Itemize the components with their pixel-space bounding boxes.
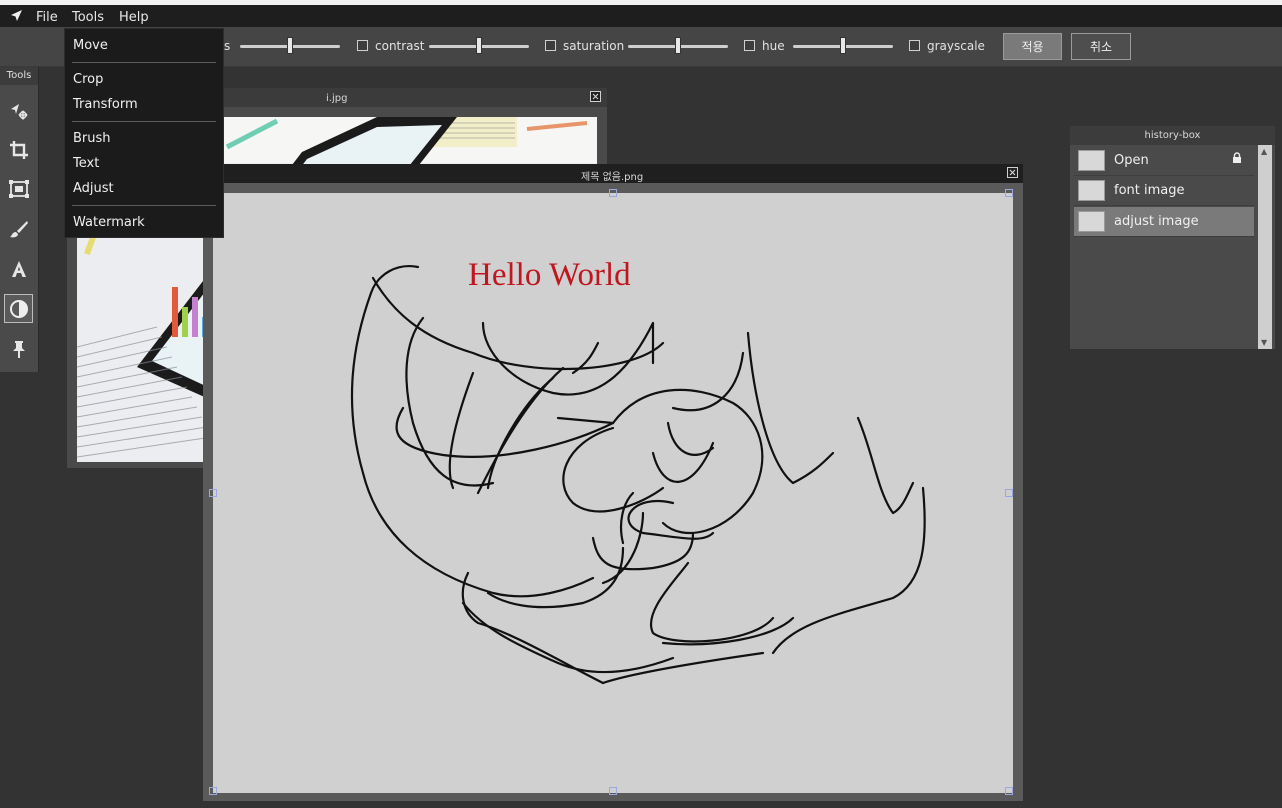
drawing-canvas[interactable]: Hello World — [213, 193, 1013, 793]
brush-tool-button[interactable] — [4, 214, 33, 243]
contrast-label: contrast — [375, 39, 425, 53]
move-tool-button[interactable] — [4, 96, 33, 125]
image-window-back-title: i.jpg — [326, 93, 348, 104]
apply-button[interactable]: 적용 — [1003, 33, 1062, 60]
history-thumbnail — [1078, 180, 1105, 201]
lock-icon — [1233, 152, 1241, 163]
menu-item-brush[interactable]: Brush — [73, 131, 111, 146]
history-item-font-image[interactable]: font image — [1074, 176, 1254, 206]
scroll-down-icon[interactable]: ▼ — [1261, 338, 1267, 347]
grayscale-checkbox[interactable] — [909, 40, 920, 51]
saturation-checkbox[interactable] — [545, 40, 556, 51]
menu-file[interactable]: File — [36, 10, 58, 25]
freehand-scribble — [350, 265, 926, 685]
hue-slider-thumb[interactable] — [840, 37, 846, 54]
menu-item-text[interactable]: Text — [73, 156, 99, 171]
resize-handle-bottom-right[interactable] — [1005, 787, 1013, 795]
resize-handle-top[interactable] — [609, 189, 617, 197]
menu-bar: File Tools Help — [0, 5, 1282, 27]
crop-tool-icon — [9, 140, 28, 159]
resize-handle-left[interactable] — [209, 489, 217, 497]
text-tool-icon — [11, 260, 26, 277]
history-item-label: adjust image — [1114, 214, 1199, 229]
menu-item-transform[interactable]: Transform — [73, 97, 138, 112]
cancel-button[interactable]: 취소 — [1071, 33, 1131, 60]
saturation-slider-thumb[interactable] — [675, 37, 681, 54]
canvas-window-titlebar[interactable]: 제목 없음.png — [203, 164, 1023, 183]
move-tool-icon — [10, 103, 28, 120]
history-item-label: Open — [1114, 153, 1149, 168]
history-item-adjust-image[interactable]: adjust image — [1074, 207, 1254, 237]
menu-item-adjust[interactable]: Adjust — [73, 181, 114, 196]
scroll-up-icon[interactable]: ▲ — [1261, 147, 1267, 156]
history-thumbnail — [1078, 211, 1105, 232]
resize-handle-bottom[interactable] — [609, 787, 617, 795]
hue-checkbox[interactable] — [744, 40, 755, 51]
close-icon[interactable] — [590, 91, 601, 102]
saturation-label: saturation — [563, 39, 625, 53]
cursor-arrow-icon — [11, 10, 22, 21]
history-item-open[interactable]: Open — [1074, 146, 1254, 176]
menu-tools[interactable]: Tools — [72, 10, 104, 25]
menu-item-crop[interactable]: Crop — [73, 72, 103, 87]
canvas-window-title: 제목 없음.png — [581, 172, 644, 183]
hue-label: hue — [762, 39, 785, 53]
menu-help[interactable]: Help — [119, 10, 149, 25]
crop-tool-button[interactable] — [4, 135, 33, 164]
history-box: history-box Open font image adjust image… — [1070, 126, 1275, 349]
menu-separator — [72, 205, 216, 206]
resize-handle-bottom-left[interactable] — [209, 787, 217, 795]
menu-separator — [72, 121, 216, 122]
history-item-label: font image — [1114, 183, 1185, 198]
text-tool-button[interactable] — [4, 254, 33, 283]
history-box-title: history-box — [1070, 126, 1275, 145]
menu-item-move[interactable]: Move — [73, 38, 108, 53]
watermark-tool-icon — [12, 340, 25, 358]
adjust-tool-button[interactable] — [4, 294, 33, 323]
history-scrollbar[interactable]: ▲ ▼ — [1258, 145, 1272, 349]
resize-handle-top-right[interactable] — [1005, 189, 1013, 197]
transform-tool-button[interactable] — [4, 174, 33, 203]
history-thumbnail — [1078, 150, 1105, 171]
tools-panel-title: Tools — [0, 67, 38, 85]
close-icon[interactable] — [1007, 167, 1018, 178]
brightness-slider-thumb[interactable] — [287, 37, 293, 54]
transform-tool-icon — [8, 179, 29, 198]
resize-handle-right[interactable] — [1005, 489, 1013, 497]
brush-tool-icon — [9, 220, 28, 237]
contrast-slider-thumb[interactable] — [476, 37, 482, 54]
menu-separator — [72, 62, 216, 63]
contrast-checkbox[interactable] — [357, 40, 368, 51]
canvas-window[interactable]: 제목 없음.png Hello World — [203, 164, 1023, 801]
menu-item-watermark[interactable]: Watermark — [73, 215, 145, 230]
watermark-tool-button[interactable] — [4, 334, 33, 363]
brightness-label: s — [224, 39, 231, 53]
adjust-tool-icon — [9, 299, 28, 318]
tools-dropdown-menu: Move Crop Transform Brush Text Adjust Wa… — [64, 28, 224, 238]
tools-panel: Tools — [0, 67, 39, 372]
grayscale-label: grayscale — [927, 39, 985, 53]
